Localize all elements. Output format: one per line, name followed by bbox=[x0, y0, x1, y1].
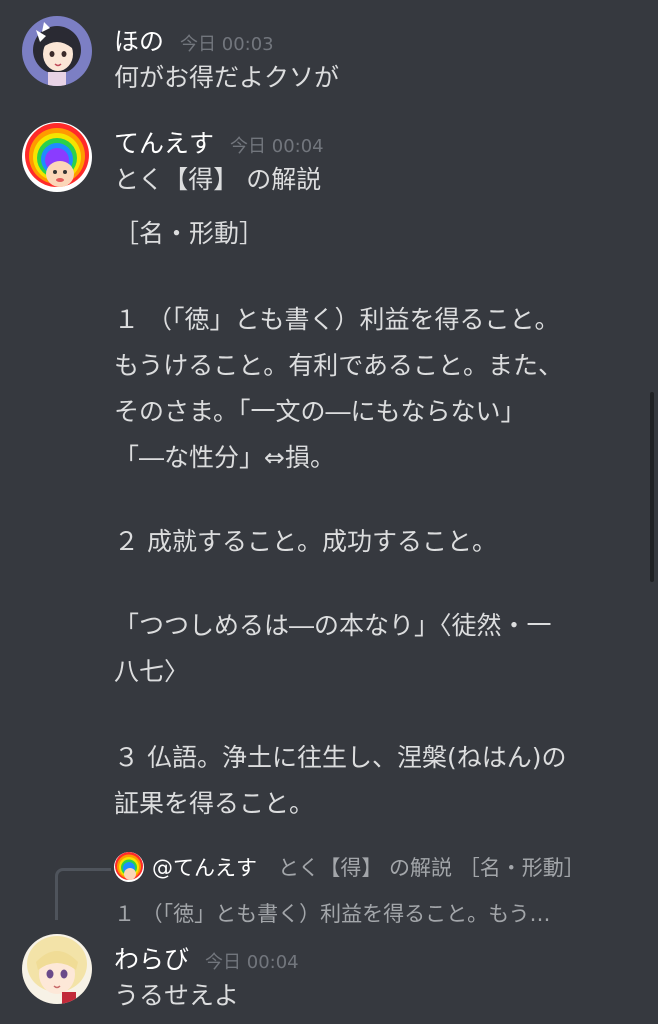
timestamp-warabi: 今日 00:04 bbox=[205, 952, 299, 973]
definition-line: ３ 仏語。浄土に往生し、涅槃(ねはん)の bbox=[114, 743, 567, 772]
definition-line: 証果を得ること。 bbox=[114, 789, 315, 818]
message-tenesu: てんえす 今日 00:04 とく【得】 の解説 ［名・形動］ １ （「徳」とも書… bbox=[0, 110, 640, 840]
scrollbar[interactable] bbox=[650, 392, 654, 582]
message-hono: ほの 今日 00:03 何がお得だよクソが bbox=[0, 0, 640, 110]
definition-line: 「つつしめるは―の本なり」〈徒然・一 bbox=[114, 611, 552, 640]
definition-line: もうけること。有利であること。また、 bbox=[114, 351, 564, 380]
message-text-tenesu: とく【得】 の解説 bbox=[114, 165, 322, 194]
timestamp-hono: 今日 00:03 bbox=[180, 34, 274, 55]
definition-line: 「―な性分」⇔損。 bbox=[114, 443, 335, 472]
username-tenesu[interactable]: てんえす bbox=[114, 124, 214, 160]
definition-line: ２ 成就すること。成功すること。 bbox=[114, 527, 497, 556]
reply-preview-line1: とく【得】 の解説 ［名・形動］ bbox=[278, 856, 585, 880]
definition-line: ［名・形動］ bbox=[114, 219, 265, 248]
avatar-hono-icon[interactable] bbox=[22, 16, 92, 86]
reply-avatar-tenesu-icon bbox=[114, 852, 144, 882]
reply-preview-line2: １ （「徳」とも書く）利益を得ること。もう… bbox=[114, 902, 551, 926]
reply-spine bbox=[55, 868, 111, 920]
message-warabi: わらび 今日 00:04 うるせえよ bbox=[0, 926, 640, 1024]
timestamp-tenesu: 今日 00:04 bbox=[230, 136, 324, 157]
username-warabi[interactable]: わらび bbox=[114, 940, 189, 976]
definition-line: 八七〉 bbox=[114, 657, 190, 686]
avatar-warabi-icon[interactable] bbox=[22, 934, 92, 1004]
username-hono[interactable]: ほの bbox=[114, 22, 164, 58]
definition-line: そのさま。「一文の―にもならない」 bbox=[114, 397, 526, 426]
definition-line: １ （「徳」とも書く）利益を得ること。 bbox=[114, 305, 560, 334]
avatar-tenesu-icon[interactable] bbox=[22, 122, 92, 192]
reply-mention[interactable]: @てんえす bbox=[152, 852, 257, 882]
reply-reference[interactable]: @てんえす とく【得】 の解説 ［名・形動］ １ （「徳」とも書く）利益を得るこ… bbox=[0, 846, 658, 926]
message-text-warabi: うるせえよ bbox=[114, 981, 240, 1010]
message-text-hono: 何がお得だよクソが bbox=[114, 63, 340, 92]
